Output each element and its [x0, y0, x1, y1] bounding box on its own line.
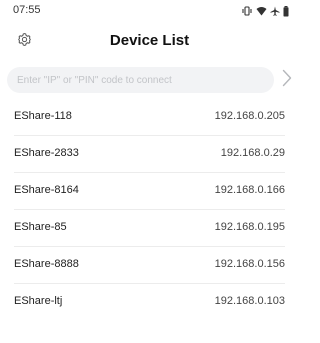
device-list: EShare-118 192.168.0.205 EShare-2833 192… — [0, 99, 299, 320]
connect-row — [0, 67, 299, 93]
status-bar: 07:55 — [0, 0, 299, 22]
device-row[interactable]: EShare-85 192.168.0.195 — [14, 210, 285, 247]
device-row[interactable]: EShare-8888 192.168.0.156 — [14, 247, 285, 284]
device-ip: 192.168.0.195 — [214, 221, 285, 233]
wifi-icon — [256, 6, 267, 16]
connect-button[interactable] — [280, 69, 294, 92]
device-ip: 192.168.0.103 — [214, 295, 285, 307]
device-name: EShare-ltj — [14, 295, 63, 307]
device-name: EShare-2833 — [14, 147, 79, 159]
battery-icon — [283, 5, 289, 17]
device-row[interactable]: EShare-ltj 192.168.0.103 — [14, 284, 285, 320]
device-ip: 192.168.0.156 — [214, 258, 285, 270]
status-time: 07:55 — [13, 4, 41, 16]
vibrate-icon — [241, 6, 253, 16]
device-name: EShare-8888 — [14, 258, 79, 270]
ip-pin-input[interactable] — [7, 67, 274, 93]
device-row[interactable]: EShare-118 192.168.0.205 — [14, 99, 285, 136]
device-name: EShare-118 — [14, 110, 72, 122]
status-icons — [241, 5, 289, 17]
device-name: EShare-85 — [14, 221, 67, 233]
device-name: EShare-8164 — [14, 184, 79, 196]
header: Device List — [0, 26, 299, 58]
device-ip: 192.168.0.166 — [214, 184, 285, 196]
device-row[interactable]: EShare-2833 192.168.0.29 — [14, 136, 285, 173]
device-ip: 192.168.0.29 — [220, 147, 285, 159]
airplane-icon — [270, 6, 280, 16]
chevron-right-icon — [282, 69, 292, 92]
device-ip: 192.168.0.205 — [214, 110, 285, 122]
page-title: Device List — [109, 32, 190, 49]
device-row[interactable]: EShare-8164 192.168.0.166 — [14, 173, 285, 210]
